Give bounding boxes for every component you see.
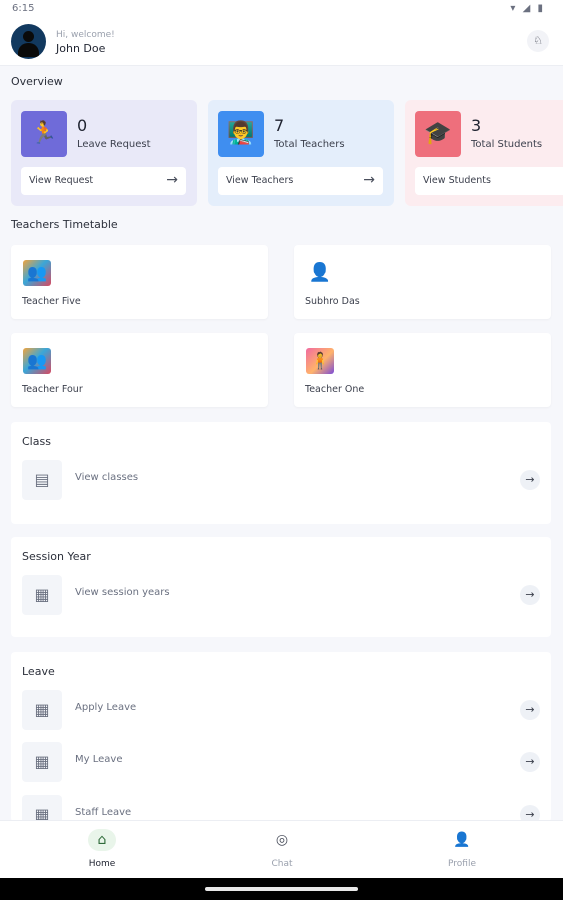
session-year-title: Session Year	[22, 550, 91, 563]
teacher-avatar: 👥	[23, 348, 51, 374]
view-session-years-item[interactable]: ▦ View session years →	[11, 573, 551, 617]
total-students-card: 🎓 3 Total Students View Students →	[405, 100, 563, 206]
leave-request-label: Leave Request	[77, 139, 151, 150]
view-teachers-label: View Teachers	[226, 175, 294, 186]
view-request-label: View Request	[29, 175, 94, 186]
battery-icon: ▮	[537, 3, 545, 14]
total-teachers-count: 7	[274, 116, 285, 135]
leave-panel: Leave ▦ Apply Leave → ▦ My Leave → ▦ Sta…	[11, 652, 551, 835]
teacher-card[interactable]: 👥 Teacher Five	[11, 245, 268, 319]
app-header: Hi, welcome! John Doe ♘	[0, 18, 563, 66]
view-students-label: View Students	[423, 175, 491, 186]
running-person-icon: 🏃	[21, 111, 67, 157]
session-year-panel: Session Year ▦ View session years →	[11, 537, 551, 637]
teacher-avatar: 👥	[23, 260, 51, 286]
my-leave-label: My Leave	[75, 754, 123, 765]
class-panel: Class ▤ View classes →	[11, 422, 551, 524]
my-leave-item[interactable]: ▦ My Leave →	[11, 740, 551, 784]
teacher-card[interactable]: 👥 Teacher Four	[11, 333, 268, 407]
view-teachers-button[interactable]: View Teachers →	[218, 167, 383, 195]
arrow-right-icon[interactable]: →	[520, 752, 540, 772]
leave-request-count: 0	[77, 116, 88, 135]
nav-chat[interactable]: ◎ Chat	[188, 821, 376, 879]
profile-icon: 👤	[453, 832, 471, 848]
staff-leave-label: Staff Leave	[75, 807, 132, 818]
arrow-right-icon: →	[166, 172, 178, 188]
overview-title: Overview	[11, 75, 63, 88]
teacher-avatar: 🧍	[306, 348, 334, 374]
nav-home[interactable]: ⌂ Home	[8, 821, 196, 879]
apply-leave-item[interactable]: ▦ Apply Leave →	[11, 688, 551, 732]
teacher-name: Teacher One	[305, 384, 365, 395]
status-icons: ▾ ◢ ▮	[510, 3, 545, 14]
bottom-navigation: ⌂ Home ◎ Chat 👤 Profile	[0, 820, 563, 878]
calendar-icon: ▦	[22, 742, 62, 782]
signal-icon: ◢	[522, 3, 533, 14]
view-classes-label: View classes	[75, 472, 139, 483]
teacher-card[interactable]: 🧍 Teacher One	[294, 333, 551, 407]
teacher-name: Teacher Five	[22, 296, 81, 307]
status-bar: 6:15 ▾ ◢ ▮	[0, 0, 563, 18]
calendar-add-icon: ▦	[22, 690, 62, 730]
calendar-icon: ▦	[22, 575, 62, 615]
apply-leave-label: Apply Leave	[75, 702, 137, 713]
graduation-cap-icon: 🎓	[415, 111, 461, 157]
status-time: 6:15	[12, 3, 35, 14]
arrow-right-icon[interactable]: →	[520, 470, 540, 490]
nav-chat-label: Chat	[271, 859, 293, 869]
timetable-title: Teachers Timetable	[11, 218, 118, 231]
user-name: John Doe	[56, 42, 106, 55]
notification-bell-icon[interactable]: ♘	[527, 30, 549, 52]
chat-icon: ◎	[275, 832, 289, 848]
view-session-years-label: View session years	[75, 587, 170, 598]
teacher-card[interactable]: 👤 Subhro Das	[294, 245, 551, 319]
arrow-right-icon: →	[363, 172, 375, 188]
nav-profile[interactable]: 👤 Profile	[368, 821, 556, 879]
arrow-right-icon[interactable]: →	[520, 585, 540, 605]
total-students-count: 3	[471, 116, 482, 135]
home-icon: ⌂	[88, 829, 116, 851]
teacher-podium-icon: 👨‍🏫	[218, 111, 264, 157]
teacher-name: Teacher Four	[22, 384, 83, 395]
person-icon: 👤	[306, 260, 334, 286]
greeting-text: Hi, welcome!	[56, 30, 115, 40]
leave-request-card: 🏃 0 Leave Request View Request →	[11, 100, 197, 206]
class-title: Class	[22, 435, 51, 448]
user-avatar[interactable]	[11, 24, 46, 59]
view-classes-item[interactable]: ▤ View classes →	[11, 458, 551, 502]
home-gesture-handle[interactable]	[205, 887, 358, 891]
nav-profile-label: Profile	[448, 859, 476, 869]
total-teachers-card: 👨‍🏫 7 Total Teachers View Teachers →	[208, 100, 394, 206]
total-teachers-label: Total Teachers	[274, 139, 345, 150]
wifi-icon: ▾	[510, 3, 518, 14]
view-students-button[interactable]: View Students →	[415, 167, 563, 195]
leave-title: Leave	[22, 665, 55, 678]
view-request-button[interactable]: View Request →	[21, 167, 186, 195]
system-navigation-bar	[0, 878, 563, 900]
nav-home-label: Home	[88, 859, 116, 869]
total-students-label: Total Students	[471, 139, 543, 150]
teacher-name: Subhro Das	[305, 296, 360, 307]
classroom-icon: ▤	[22, 460, 62, 500]
arrow-right-icon[interactable]: →	[520, 700, 540, 720]
